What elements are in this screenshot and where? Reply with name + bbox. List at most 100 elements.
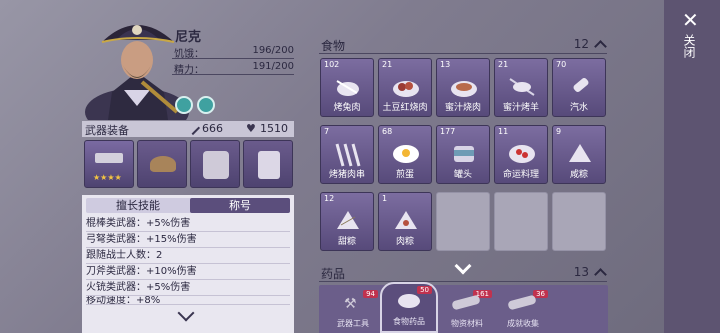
scroll-down-icon[interactable] — [177, 304, 195, 322]
item-name: 罐头 — [453, 170, 472, 180]
chevron-up-icon[interactable] — [594, 268, 607, 281]
close-sidebar: ✕ 关闭 — [664, 0, 720, 333]
item-qty: 13 — [440, 60, 451, 69]
scroll-icon — [507, 294, 537, 311]
energy-label: 精力： — [174, 65, 204, 76]
chevron-up-icon[interactable] — [594, 40, 607, 53]
honey-lamb-icon — [509, 78, 535, 96]
tab-achievements[interactable]: 36 成就收集 — [494, 288, 552, 333]
tab-label: 武器工具 — [337, 319, 369, 328]
item-qty: 21 — [498, 60, 509, 69]
food-count: 12 — [573, 37, 589, 51]
gun-icon — [95, 153, 123, 163]
fried-egg-icon — [393, 145, 419, 163]
food-section-title: 食物 — [321, 39, 346, 53]
item-qty: 7 — [324, 127, 330, 136]
item-qty: 68 — [382, 127, 393, 136]
empty-slot — [552, 192, 606, 251]
item-name: 咸粽 — [569, 170, 588, 180]
sweet-zongzi-icon — [337, 211, 359, 229]
food-item[interactable]: 102 烤兔肉 — [320, 58, 374, 117]
hat-icon — [150, 156, 176, 172]
item-name: 肉粽 — [395, 237, 414, 247]
food-item[interactable]: 1 肉粽 — [378, 192, 432, 251]
food-item[interactable]: 12 甜粽 — [320, 192, 374, 251]
medicine-section-header[interactable]: 药品 13 — [321, 264, 609, 282]
item-qty: 102 — [324, 60, 340, 69]
equip-slot-coat[interactable] — [190, 140, 240, 188]
item-qty: 70 — [556, 60, 567, 69]
divider — [319, 281, 607, 282]
empty-slot — [494, 192, 548, 251]
salty-zongzi-icon — [569, 144, 591, 162]
item-name: 蜜汁烧肉 — [444, 103, 481, 113]
close-label: 关闭 — [682, 34, 696, 58]
food-item[interactable]: 11 命运料理 — [494, 125, 548, 184]
stomach-icon[interactable] — [175, 96, 193, 114]
item-qty: 11 — [498, 127, 509, 136]
heart-icon: ♥ — [246, 122, 256, 135]
equip-slot-pants[interactable] — [243, 140, 293, 188]
hunger-label: 饥饿： — [174, 49, 204, 60]
food-item[interactable]: 68 煎蛋 — [378, 125, 432, 184]
tab-badge: 36 — [533, 290, 548, 298]
energy-row: 精力： 191/200 — [172, 60, 294, 76]
tab-label: 成就收集 — [507, 319, 539, 328]
roast-rabbit-icon — [336, 80, 359, 96]
skill-line: 弓弩类武器：+15%伤害 — [86, 232, 290, 248]
item-name: 煎蛋 — [395, 170, 414, 180]
weapon-title: 武器装备 — [85, 124, 129, 137]
close-button[interactable]: ✕ 关闭 — [674, 6, 712, 70]
food-item[interactable]: 13 蜜汁烧肉 — [436, 58, 490, 117]
tab-badge: 94 — [363, 290, 378, 298]
food-item[interactable]: 21 土豆红烧肉 — [378, 58, 432, 117]
sword-icon — [185, 120, 201, 136]
meat-zongzi-icon — [395, 211, 417, 229]
attack-value: 666 — [202, 122, 223, 135]
tab-titles[interactable]: 称号 — [190, 198, 290, 213]
item-qty: 9 — [556, 127, 562, 136]
item-qty: 177 — [440, 127, 456, 136]
stars-icon: ★★★★ — [93, 173, 122, 182]
canned-food-icon — [454, 146, 474, 162]
skill-line: 移动速度：+8% — [86, 296, 290, 305]
soda-bottle-icon — [573, 78, 589, 92]
food-item[interactable]: 7 烤猪肉串 — [320, 125, 374, 184]
skill-line: 棍棒类武器：+5%伤害 — [86, 216, 290, 232]
divider — [319, 53, 607, 54]
skills-panel: 擅长技能 称号 棍棒类武器：+5%伤害 弓弩类武器：+15%伤害 跟随战士人数：… — [82, 195, 294, 333]
skill-line: 刀斧类武器：+10%伤害 — [86, 264, 290, 280]
axe-icon: ⚒ — [344, 296, 357, 312]
skills-tabs: 擅长技能 称号 — [86, 198, 290, 213]
close-icon: ✕ — [682, 8, 699, 32]
coat-icon — [203, 151, 229, 179]
log-icon — [451, 294, 481, 311]
health-value: 1510 — [260, 122, 288, 135]
weapon-slot-gun[interactable]: ★★★★ — [84, 140, 134, 188]
item-name: 烤兔肉 — [333, 103, 361, 113]
tab-food-medicine[interactable]: 50 食物药品 — [380, 282, 438, 333]
food-item[interactable]: 21 蜜汁烤羊 — [494, 58, 548, 117]
pants-icon — [258, 151, 280, 179]
tab-skills[interactable]: 擅长技能 — [88, 198, 188, 213]
item-qty: 1 — [382, 194, 388, 203]
food-section-header[interactable]: 食物 12 — [321, 36, 609, 54]
tab-weapons-tools[interactable]: 94 ⚒ 武器工具 — [324, 288, 382, 333]
food-item[interactable]: 9 咸粽 — [552, 125, 606, 184]
food-item[interactable]: 70 汽水 — [552, 58, 606, 117]
skill-line: 火铳类武器：+5%伤害 — [86, 280, 290, 296]
food-item[interactable]: 177 罐头 — [436, 125, 490, 184]
hunger-row: 饥饿： 196/200 — [172, 44, 294, 60]
character-name: 尼克 — [175, 30, 202, 45]
equip-slot-hat[interactable] — [137, 140, 187, 188]
energy-value: 191/200 — [252, 61, 294, 72]
item-qty: 12 — [324, 194, 335, 203]
tab-materials[interactable]: 161 物资材料 — [438, 288, 496, 333]
hunger-value: 196/200 — [252, 45, 294, 56]
item-name: 汽水 — [569, 103, 588, 113]
item-qty: 21 — [382, 60, 393, 69]
item-name: 蜜汁烤羊 — [502, 103, 539, 113]
braised-pork-icon — [393, 81, 419, 97]
medical-icon[interactable] — [197, 96, 215, 114]
pork-skewer-icon — [335, 143, 361, 167]
